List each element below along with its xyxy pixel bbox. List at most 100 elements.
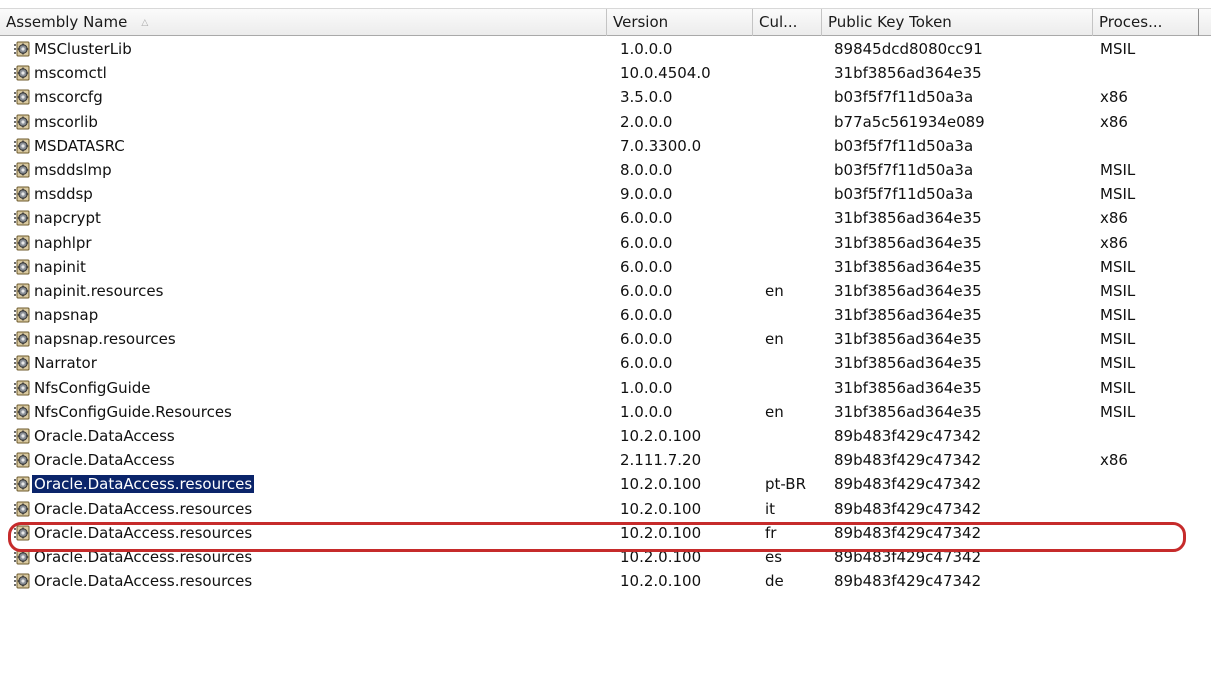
- table-row[interactable]: mscorcfg 3.5.0.0 b03f5f7f11d50a3a x86: [0, 85, 1211, 109]
- public-key-token-cell: 31bf3856ad364e35: [834, 378, 982, 397]
- processor-cell: MSIL: [1100, 402, 1136, 421]
- processor-cell: x86: [1100, 209, 1128, 228]
- table-row[interactable]: NfsConfigGuide 1.0.0.0 31bf3856ad364e35 MSI…: [0, 376, 1211, 400]
- table-row[interactable]: Oracle.DataAccess.resources 10.2.0.100 de 8…: [0, 569, 1211, 593]
- assembly-icon: [14, 354, 30, 371]
- assembly-name-cell: napinit.resources: [14, 279, 604, 303]
- assembly-icon: [14, 500, 30, 517]
- column-header-label: Public Key Token: [828, 13, 952, 31]
- public-key-token-cell: 31bf3856ad364e35: [834, 257, 982, 276]
- assembly-name: napinit: [34, 257, 86, 276]
- assembly-name-cell: Oracle.DataAccess.resources: [14, 521, 604, 545]
- table-row[interactable]: Oracle.DataAccess.resources 10.2.0.100 pt-…: [0, 472, 1211, 496]
- assembly-name: napcrypt: [34, 209, 101, 228]
- culture-cell: en: [765, 402, 784, 421]
- table-row[interactable]: NfsConfigGuide.Resources 1.0.0.0 en 31bf385…: [0, 400, 1211, 424]
- assembly-icon: [14, 161, 30, 178]
- table-row[interactable]: napinit.resources 6.0.0.0 en 31bf3856ad364e…: [0, 279, 1211, 303]
- assembly-icon: [14, 379, 30, 396]
- assembly-icon: [14, 403, 30, 420]
- table-row[interactable]: msddslmp 8.0.0.0 b03f5f7f11d50a3a MSIL: [0, 158, 1211, 182]
- table-row[interactable]: MSDATASRC 7.0.3300.0 b03f5f7f11d50a3a: [0, 134, 1211, 158]
- public-key-token-cell: 89b483f429c47342: [834, 427, 982, 445]
- culture-cell: en: [765, 281, 784, 300]
- assembly-icon: [14, 475, 30, 492]
- assembly-name-cell: napsnap: [14, 303, 604, 327]
- table-row[interactable]: napsnap.resources 6.0.0.0 en 31bf3856ad364e…: [0, 327, 1211, 351]
- public-key-token-cell: 89b483f429c47342: [834, 547, 982, 566]
- assembly-list-view[interactable]: Assembly Name △ Version Cul... Public Key…: [0, 0, 1211, 691]
- public-key-token-cell: b03f5f7f11d50a3a: [834, 136, 974, 155]
- assembly-name: napsnap: [34, 306, 99, 325]
- processor-cell: MSIL: [1100, 378, 1136, 397]
- assembly-icon: [14, 137, 30, 154]
- assembly-name: Narrator: [34, 354, 97, 373]
- processor-cell: MSIL: [1100, 40, 1136, 58]
- table-row[interactable]: Oracle.DataAccess.resources 10.2.0.100 fr 8…: [0, 521, 1211, 545]
- assembly-name: NfsConfigGuide.Resources: [34, 402, 232, 421]
- assembly-rows: MSClusterLib 1.0.0.0 89845dcd8080cc91 MSIL m…: [0, 37, 1211, 593]
- sort-ascending-icon: △: [141, 17, 149, 28]
- column-header-processor[interactable]: Proces...: [1093, 9, 1199, 36]
- processor-cell: x86: [1100, 112, 1128, 131]
- assembly-icon: [14, 113, 30, 130]
- assembly-name: Oracle.DataAccess.resources: [34, 547, 253, 566]
- assembly-name-cell: Narrator: [14, 351, 604, 375]
- table-row[interactable]: Narrator 6.0.0.0 31bf3856ad364e35 MSIL: [0, 351, 1211, 375]
- processor-cell: MSIL: [1100, 306, 1136, 325]
- assembly-icon: [14, 258, 30, 275]
- table-row[interactable]: mscorlib 2.0.0.0 b77a5c561934e089 x86: [0, 110, 1211, 134]
- assembly-icon: [14, 306, 30, 323]
- assembly-name-cell: Oracle.DataAccess: [14, 448, 604, 472]
- processor-cell: [1100, 497, 1200, 521]
- table-row[interactable]: Oracle.DataAccess.resources 10.2.0.100 es 8…: [0, 545, 1211, 569]
- column-header-label: Assembly Name: [6, 13, 128, 31]
- culture-cell: [765, 37, 825, 61]
- assembly-icon: [14, 572, 30, 589]
- culture-cell: [765, 351, 825, 375]
- processor-cell: x86: [1100, 233, 1128, 252]
- processor-cell: MSIL: [1100, 354, 1136, 373]
- table-row[interactable]: napcrypt 6.0.0.0 31bf3856ad364e35 x86: [0, 206, 1211, 230]
- assembly-name-cell: MSClusterLib: [14, 37, 604, 61]
- table-row[interactable]: napinit 6.0.0.0 31bf3856ad364e35 MSIL: [0, 255, 1211, 279]
- column-header-culture[interactable]: Cul...: [753, 9, 822, 36]
- assembly-name-cell: mscomctl: [14, 61, 604, 85]
- assembly-icon: [14, 330, 30, 347]
- assembly-name-cell: napcrypt: [14, 206, 604, 230]
- table-row[interactable]: Oracle.DataAccess 2.111.7.20 89b483f429c47…: [0, 448, 1211, 472]
- assembly-name: MSDATASRC: [34, 136, 125, 155]
- column-header-label: Proces...: [1099, 13, 1163, 31]
- public-key-token-cell: b03f5f7f11d50a3a: [834, 185, 974, 204]
- processor-cell: x86: [1100, 451, 1128, 470]
- processor-cell: MSIL: [1100, 281, 1136, 300]
- table-row[interactable]: Oracle.DataAccess 10.2.0.100 89b483f429c47…: [0, 424, 1211, 448]
- table-row[interactable]: Oracle.DataAccess.resources 10.2.0.100 it 8…: [0, 497, 1211, 521]
- column-header-version[interactable]: Version: [607, 9, 753, 36]
- processor-cell: MSIL: [1100, 257, 1136, 276]
- assembly-name: Oracle.DataAccess.resources: [34, 499, 253, 518]
- public-key-token-cell: 31bf3856ad364e35: [834, 354, 982, 373]
- assembly-name: Oracle.DataAccess.resources: [34, 572, 253, 591]
- table-row[interactable]: naphlpr 6.0.0.0 31bf3856ad364e35 x86: [0, 231, 1211, 255]
- culture-cell: [765, 61, 825, 85]
- table-row[interactable]: msddsp 9.0.0.0 b03f5f7f11d50a3a MSIL: [0, 182, 1211, 206]
- culture-cell: [765, 231, 825, 255]
- assembly-icon: [14, 185, 30, 202]
- assembly-name: Oracle.DataAccess: [34, 451, 175, 470]
- assembly-name-cell: mscorcfg: [14, 85, 604, 109]
- public-key-token-cell: b77a5c561934e089: [834, 112, 985, 131]
- culture-cell: [765, 134, 825, 158]
- assembly-icon: [14, 234, 30, 250]
- culture-cell: de: [765, 572, 784, 591]
- table-row[interactable]: mscomctl 10.0.4504.0 31bf3856ad364e35: [0, 61, 1211, 85]
- table-row[interactable]: MSClusterLib 1.0.0.0 89845dcd8080cc91 MSIL: [0, 37, 1211, 61]
- column-header-public-key-token[interactable]: Public Key Token: [822, 9, 1093, 36]
- assembly-name-cell: msddsp: [14, 182, 604, 206]
- assembly-name: Oracle.DataAccess.resources: [32, 475, 255, 494]
- table-row[interactable]: napsnap 6.0.0.0 31bf3856ad364e35 MSIL: [0, 303, 1211, 327]
- assembly-name: MSClusterLib: [34, 40, 132, 58]
- assembly-name: mscorcfg: [34, 88, 103, 107]
- culture-cell: [765, 376, 825, 400]
- column-header-assembly-name[interactable]: Assembly Name △: [0, 9, 607, 36]
